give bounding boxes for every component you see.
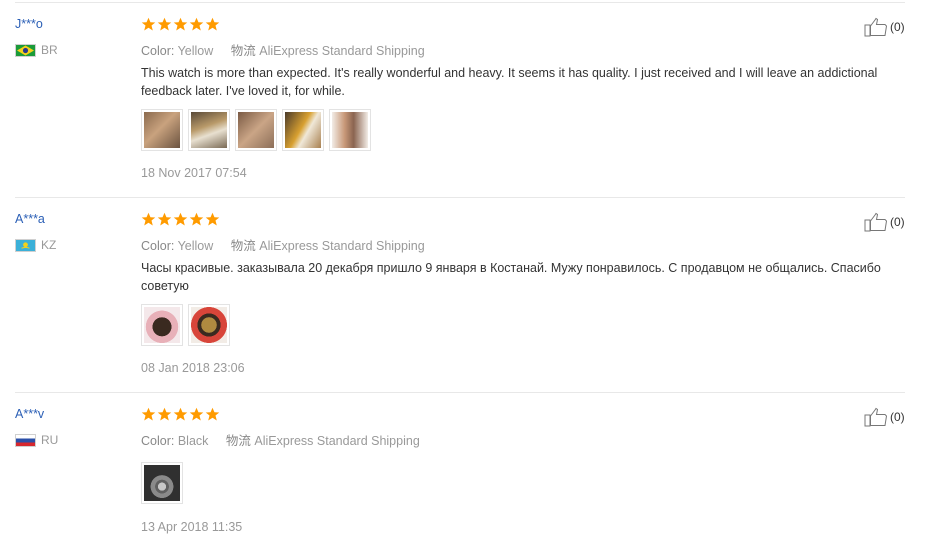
flag-ru-icon bbox=[15, 433, 36, 447]
star-icon bbox=[189, 17, 204, 32]
thumbs-up-icon bbox=[864, 212, 888, 232]
review-photo[interactable] bbox=[329, 109, 371, 151]
shipping-method: AliExpress Standard Shipping bbox=[259, 44, 425, 58]
helpful-count: (0) bbox=[890, 20, 905, 34]
flag-br-icon bbox=[15, 43, 36, 57]
star-icon bbox=[157, 407, 172, 422]
country-code: KZ bbox=[41, 238, 57, 252]
color-label: Color: bbox=[141, 239, 175, 253]
star-icon bbox=[205, 17, 220, 32]
rating-stars bbox=[141, 407, 220, 422]
review-meta: Color: Yellow 物流 AliExpress Standard Shi… bbox=[141, 40, 425, 59]
reviewer-name[interactable]: A***a bbox=[15, 212, 45, 226]
star-icon bbox=[157, 212, 172, 227]
shipping-label: 物流 bbox=[230, 44, 256, 58]
rating-stars bbox=[141, 17, 220, 32]
star-icon bbox=[189, 212, 204, 227]
review-text: Часы красивые. заказывала 20 декабря при… bbox=[141, 261, 881, 293]
reviewer-name[interactable]: A***v bbox=[15, 407, 44, 421]
review-divider bbox=[15, 197, 905, 198]
helpful-count: (0) bbox=[890, 410, 905, 424]
star-icon bbox=[189, 407, 204, 422]
review-photos bbox=[141, 462, 183, 504]
shipping-method: AliExpress Standard Shipping bbox=[254, 434, 420, 448]
color-value: Yellow bbox=[177, 44, 214, 58]
review-photo[interactable] bbox=[235, 109, 277, 151]
review-photo[interactable] bbox=[188, 109, 230, 151]
review-photo[interactable] bbox=[141, 304, 183, 346]
star-icon bbox=[141, 407, 156, 422]
reviewer-country: BR bbox=[15, 43, 58, 57]
review-photo[interactable] bbox=[141, 109, 183, 151]
star-icon bbox=[173, 17, 188, 32]
star-icon bbox=[157, 17, 172, 32]
review-photos bbox=[141, 304, 230, 346]
top-divider bbox=[15, 2, 905, 3]
review-date: 13 Apr 2018 11:35 bbox=[141, 520, 243, 534]
review-meta: Color: Black 物流 AliExpress Standard Ship… bbox=[141, 430, 420, 449]
helpful-button[interactable]: (0) bbox=[864, 212, 905, 232]
reviewer-country: KZ bbox=[15, 238, 56, 252]
review-photo[interactable] bbox=[188, 304, 230, 346]
reviewer-country: RU bbox=[15, 433, 58, 447]
review-meta: Color: Yellow 物流 AliExpress Standard Shi… bbox=[141, 235, 425, 254]
review-date: 08 Jan 2018 23:06 bbox=[141, 361, 245, 375]
review-text: This watch is more than expected. It's r… bbox=[141, 66, 878, 98]
color-label: Color: bbox=[141, 434, 175, 448]
reviewer-name[interactable]: J***o bbox=[15, 17, 43, 31]
country-code: RU bbox=[41, 433, 59, 447]
shipping-label: 物流 bbox=[230, 239, 256, 253]
shipping-label: 物流 bbox=[225, 434, 251, 448]
star-icon bbox=[205, 212, 220, 227]
thumbs-up-icon bbox=[864, 17, 888, 37]
review-photo[interactable] bbox=[141, 462, 183, 504]
star-icon bbox=[141, 17, 156, 32]
color-value: Black bbox=[177, 434, 209, 448]
review-photo[interactable] bbox=[282, 109, 324, 151]
helpful-button[interactable]: (0) bbox=[864, 407, 905, 427]
star-icon bbox=[205, 407, 220, 422]
rating-stars bbox=[141, 212, 220, 227]
flag-kz-icon bbox=[15, 238, 36, 252]
color-label: Color: bbox=[141, 44, 175, 58]
review-divider bbox=[15, 392, 905, 393]
star-icon bbox=[173, 212, 188, 227]
helpful-button[interactable]: (0) bbox=[864, 17, 905, 37]
helpful-count: (0) bbox=[890, 215, 905, 229]
star-icon bbox=[141, 212, 156, 227]
shipping-method: AliExpress Standard Shipping bbox=[259, 239, 425, 253]
thumbs-up-icon bbox=[864, 407, 888, 427]
color-value: Yellow bbox=[177, 239, 214, 253]
star-icon bbox=[173, 407, 188, 422]
review-photos bbox=[141, 109, 371, 151]
review-date: 18 Nov 2017 07:54 bbox=[141, 166, 247, 180]
country-code: BR bbox=[41, 43, 58, 57]
